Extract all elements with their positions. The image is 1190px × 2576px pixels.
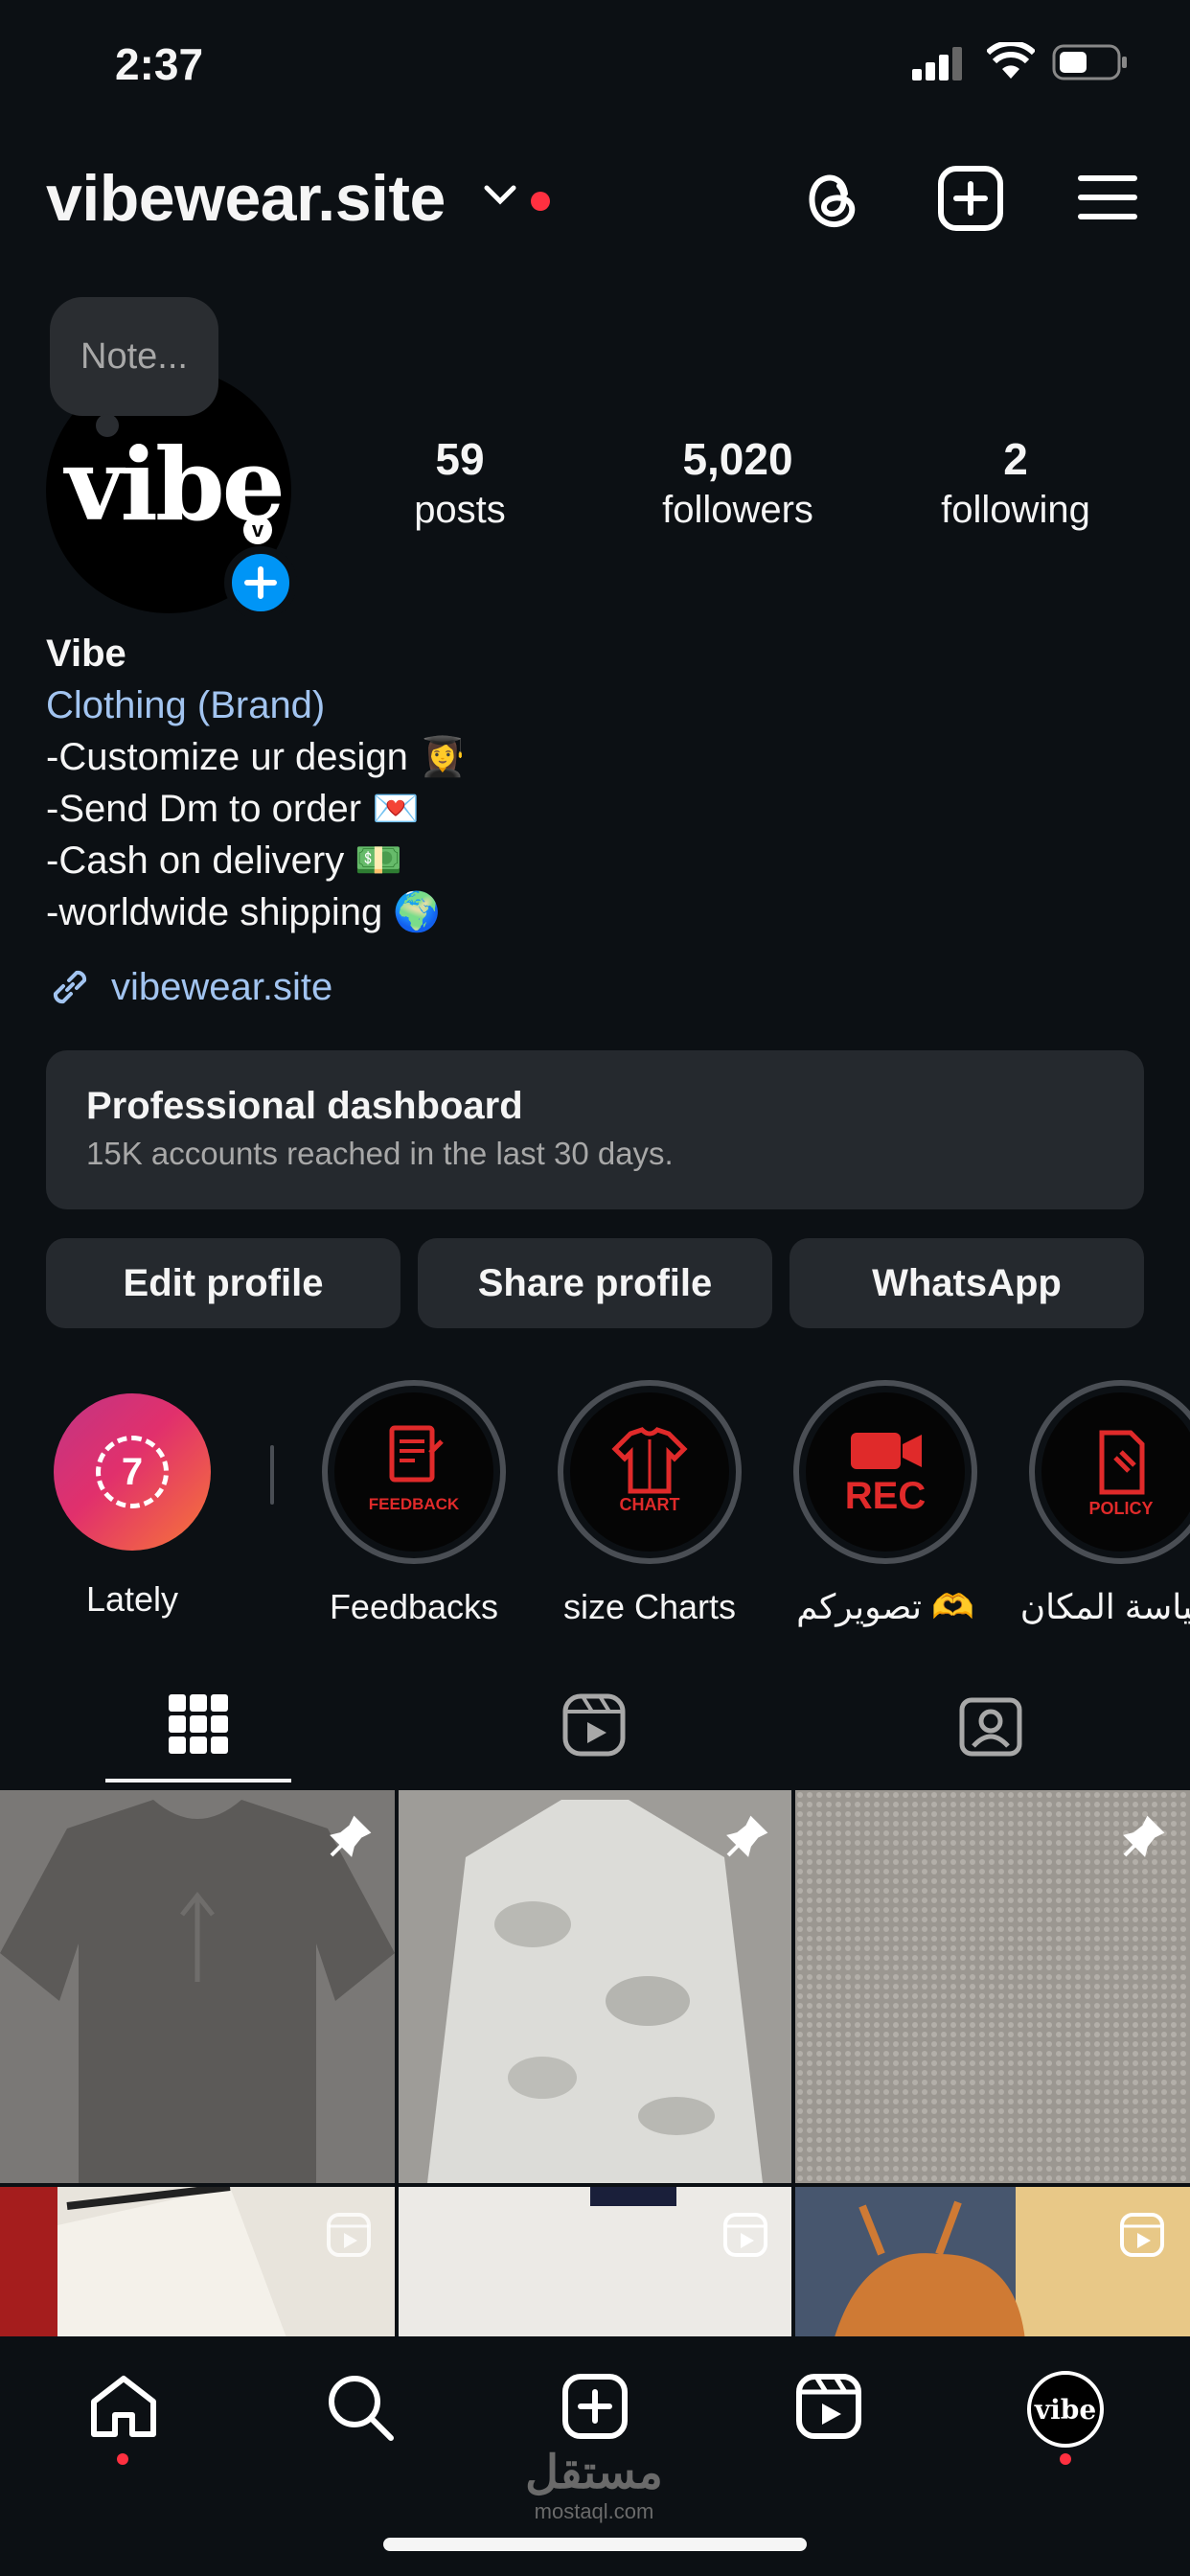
avatar-badge: v [243,516,272,544]
stat-label: followers [662,489,813,531]
pin-icon [1119,1813,1167,1861]
pin-icon [326,1813,374,1861]
highlight-label: size Charts [562,1587,737,1626]
bio-line: -Send Dm to order 💌 [46,788,420,830]
create-post-icon[interactable] [937,165,1004,232]
bio-line: -Customize ur design 👩‍🎓 [46,736,467,778]
stat-value: 2 [1003,434,1028,484]
highlight-tasweerkom[interactable]: REC تصويركم 🫶 [780,1380,991,1627]
stat-value: 5,020 [682,434,793,484]
highlight-feedbacks[interactable]: FEEDBACK Feedbacks [309,1380,519,1627]
profile-notification-dot [1060,2453,1071,2465]
highlight-label: Feedbacks [329,1587,499,1626]
highlight-cover-caption: POLICY [1088,1499,1154,1518]
profile-link[interactable]: vibewear.site [46,963,332,1011]
highlight-ring: REC [793,1380,977,1564]
reel-indicator-icon [1119,2212,1165,2258]
post-photo [0,2187,395,2340]
stat-posts[interactable]: 59 posts [345,433,575,532]
stat-label: posts [414,489,506,531]
highlight-size-charts[interactable]: CHART size Charts [544,1380,755,1627]
link-text: vibewear.site [111,965,333,1008]
lately-gradient-circle: 7 [54,1393,211,1551]
note-bubble-tail [96,414,119,437]
battery-icon [1052,44,1129,80]
grid-icon[interactable] [169,1694,228,1754]
highlight-cover [570,1392,729,1552]
tagged-icon[interactable] [958,1692,1023,1758]
highlight-lately[interactable]: 7 Lately [27,1380,238,1620]
reel-indicator-icon [722,2212,768,2258]
post-thumbnail[interactable] [795,2187,1190,2340]
pin-icon [722,1813,770,1861]
highlight-policy[interactable]: POLICY سياسة المكان [1016,1380,1190,1627]
stat-label: following [941,489,1090,531]
share-profile-button[interactable]: Share profile [418,1238,772,1328]
highlight-cover-caption: REC [844,1474,927,1517]
post-photo [795,2187,1190,2340]
stat-followers[interactable]: 5,020 followers [623,433,853,532]
profile-category[interactable]: Clothing (Brand) [46,679,467,731]
status-time: 2:37 [115,39,204,89]
highlight-cover [334,1392,493,1552]
profile-name: Vibe [46,632,126,675]
create-icon[interactable] [561,2373,629,2440]
post-thumbnail[interactable] [399,2187,791,2340]
highlight-cover [1041,1392,1190,1552]
post-photo [399,2187,791,2340]
reels-nav-icon[interactable] [795,2373,862,2440]
highlight-ring [1029,1380,1190,1564]
whatsapp-button[interactable]: WhatsApp [790,1238,1144,1328]
signal-icon [912,46,966,80]
search-icon[interactable] [326,2373,395,2442]
video-camera-icon [851,1432,922,1469]
note-bubble[interactable]: Note... [50,297,218,416]
profile-bio: Vibe Clothing (Brand) -Customize ur desi… [46,628,467,938]
highlight-cover: REC [806,1392,965,1552]
highlight-label: Lately [85,1579,179,1619]
profile-nav-avatar[interactable]: vibe [1027,2371,1104,2448]
account-username[interactable]: vibewear.site [46,161,446,236]
menu-icon[interactable] [1077,172,1138,222]
threads-icon[interactable] [801,165,864,234]
reels-icon[interactable] [561,1692,627,1758]
home-indicator [383,2538,807,2551]
highlight-divider [270,1445,274,1505]
watermark-latin: mostaql.com [534,2499,654,2523]
highlight-ring [322,1380,506,1564]
lately-count-badge: 7 [96,1436,169,1508]
chevron-down-icon[interactable] [483,184,517,207]
highlight-cover-caption: CHART [619,1495,680,1514]
bio-line: -worldwide shipping 🌍 [46,891,442,933]
highlight-cover-caption: FEEDBACK [368,1495,460,1513]
add-story-button[interactable] [224,546,297,619]
bio-line: -Cash on delivery 💵 [46,840,403,882]
dashboard-title: Professional dashboard [86,1085,523,1127]
wifi-icon [987,42,1035,80]
post-thumbnail[interactable] [0,2187,395,2340]
stat-following[interactable]: 2 following [901,433,1131,532]
reel-indicator-icon [326,2212,372,2258]
notification-dot [531,192,550,211]
link-icon [53,970,87,1004]
professional-dashboard[interactable]: Professional dashboard 15K accounts reac… [46,1050,1144,1209]
highlight-label: سياسة المكان [1019,1587,1190,1626]
highlight-ring [558,1380,742,1564]
stat-value: 59 [435,434,485,484]
highlight-label: تصويركم 🫶 [796,1587,974,1626]
home-notification-dot [117,2453,128,2465]
dashboard-subtitle: 15K accounts reached in the last 30 days… [86,1136,674,1171]
watermark-arabic: مستقل [525,2448,663,2498]
home-icon[interactable] [88,2373,159,2440]
active-tab-indicator [105,1779,291,1782]
edit-profile-button[interactable]: Edit profile [46,1238,400,1328]
